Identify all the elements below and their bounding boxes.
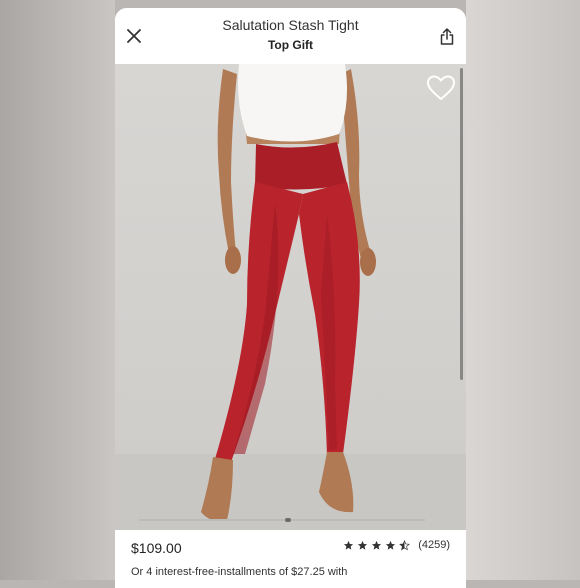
product-photo — [115, 64, 466, 530]
review-count[interactable]: (4259) — [418, 539, 450, 551]
rating-summary[interactable]: (4259) — [343, 539, 450, 551]
close-button[interactable] — [123, 25, 145, 47]
rating-stars — [343, 539, 411, 551]
star-icon — [358, 540, 368, 550]
product-price: $109.00 — [131, 540, 182, 556]
star-half-icon — [399, 539, 411, 550]
backdrop-right — [466, 0, 580, 580]
heart-outline-icon — [427, 75, 455, 100]
backdrop-left — [0, 0, 115, 580]
carousel-progress-thumb[interactable] — [285, 518, 291, 522]
scroll-indicator[interactable] — [460, 68, 463, 380]
star-icon — [344, 540, 354, 550]
close-icon — [127, 29, 141, 43]
share-button[interactable] — [436, 25, 458, 47]
product-badge: Top Gift — [267, 38, 314, 52]
share-icon — [440, 27, 454, 45]
installments-text: Or 4 interest-free-installments of $27.2… — [131, 566, 348, 578]
product-image-carousel[interactable] — [115, 64, 466, 530]
product-sheet: Salutation Stash Tight Top Gift $109.00 … — [115, 8, 466, 588]
sheet-header: Salutation Stash Tight Top Gift — [115, 8, 466, 64]
star-icon — [386, 540, 396, 550]
product-info: $109.00 (4259) Or 4 interest-free-instal… — [115, 530, 466, 588]
product-title: Salutation Stash Tight — [222, 17, 359, 33]
favorite-button[interactable] — [426, 74, 456, 102]
star-icon — [372, 540, 382, 550]
carousel-progress-track — [139, 519, 425, 521]
